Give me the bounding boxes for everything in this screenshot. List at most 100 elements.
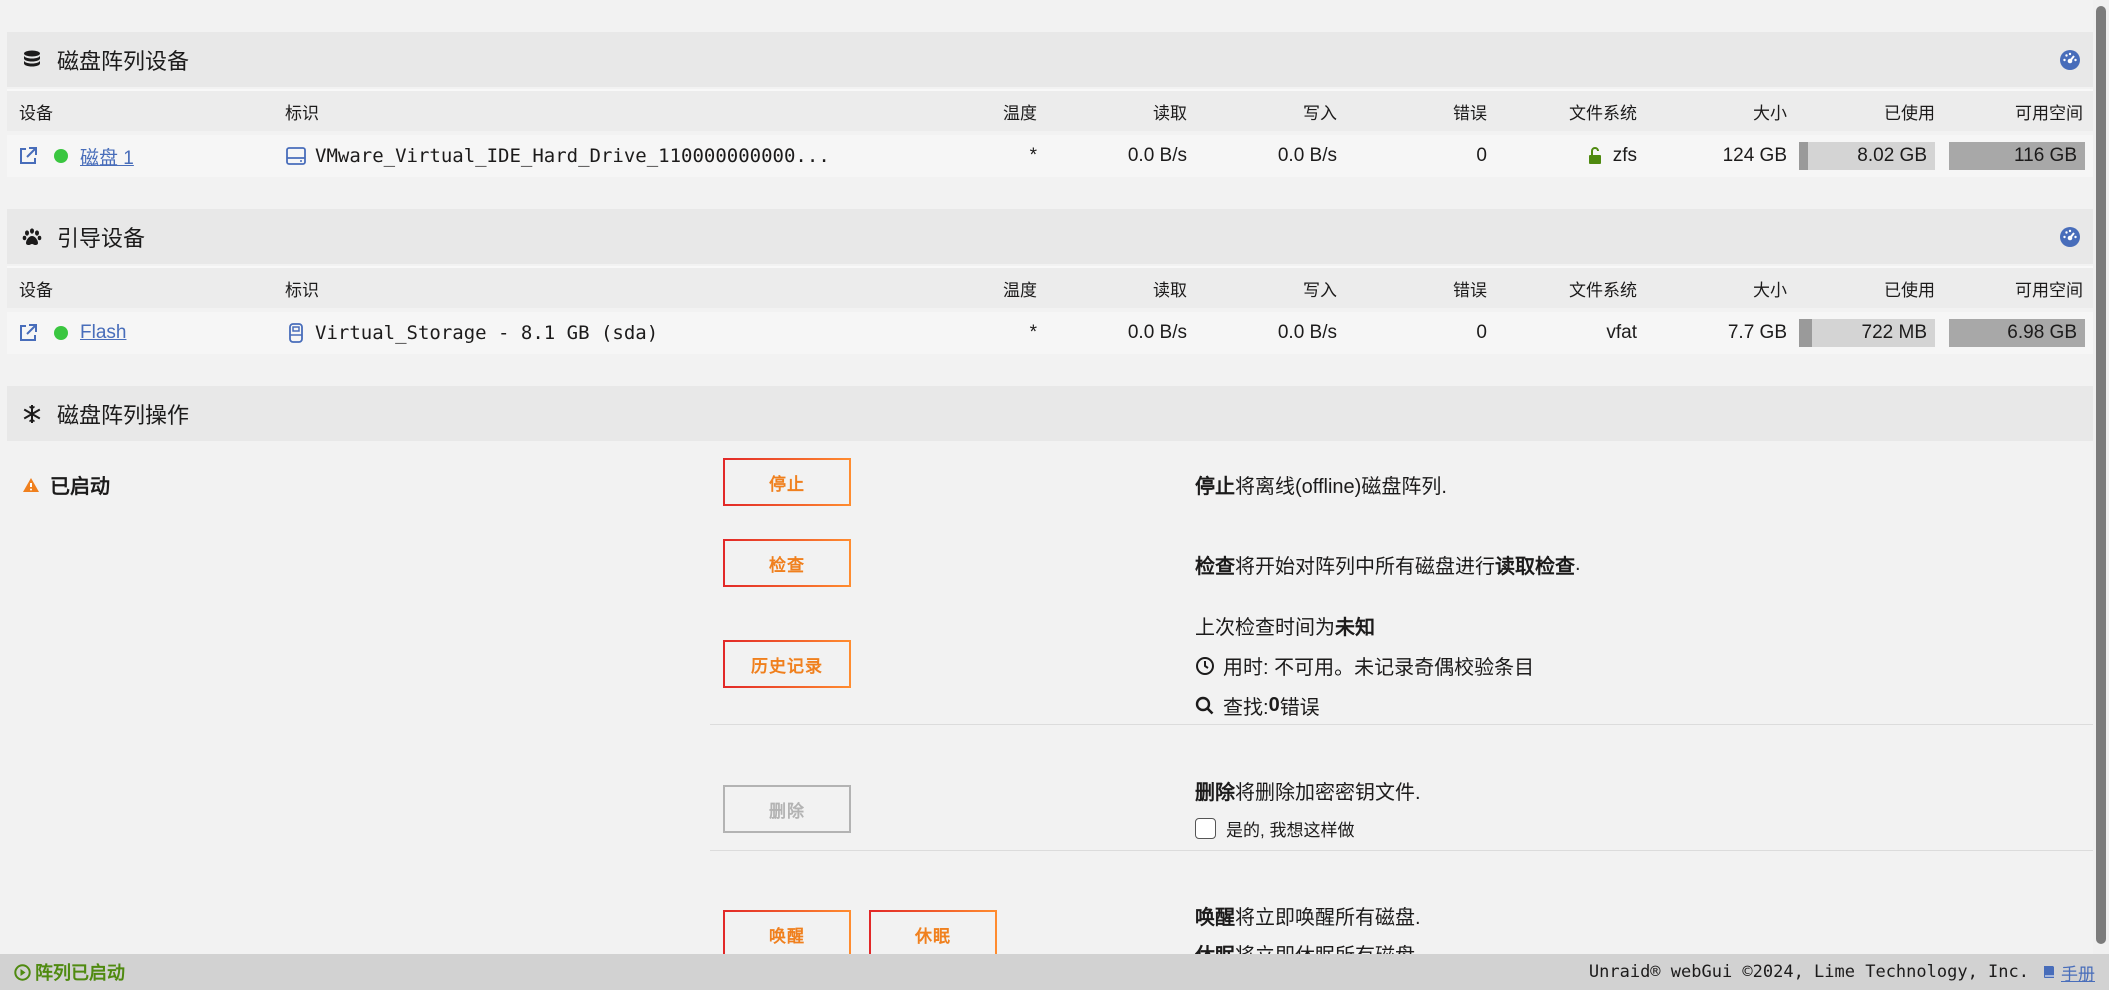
confirm-checkbox[interactable] (1195, 818, 1216, 839)
snowflake-icon (21, 403, 43, 425)
duration-text: 用时: 不可用。未记录奇偶校验条目 (1223, 657, 1535, 679)
disk-link[interactable]: 磁盘 1 (80, 135, 134, 177)
section-title: 磁盘阵列设备 (57, 48, 190, 74)
search-icon (1195, 696, 1215, 716)
disk-read: 0.0 B/s (1127, 145, 1187, 166)
clock-icon (1195, 656, 1215, 676)
used-fill (1799, 142, 1808, 170)
col-size: 大小 (1753, 280, 1787, 300)
col-write: 写入 (1303, 103, 1337, 123)
flash-free-bar: 6.98 GB (1949, 319, 2085, 347)
boot-table-header: 设备 标识 温度 读取 写入 错误 文件系统 大小 已使用 可用空间 (7, 266, 2093, 308)
array-devices-header: 磁盘阵列设备 (7, 32, 2093, 87)
flash-identity: Virtual_Storage - 8.1 GB (sda) (315, 322, 659, 344)
confirm-label: 是的, 我想这样做 (1226, 821, 1355, 840)
disk-identity: VMware_Virtual_IDE_Hard_Drive_1100000000… (315, 145, 830, 167)
main-content: 磁盘阵列设备 设备 标识 温度 读取 写入 错误 文件系统 大小 已使用 可用空… (0, 0, 2093, 954)
wake-desc-bold: 唤醒 (1195, 907, 1235, 929)
scrollbar[interactable] (2093, 0, 2109, 954)
history-button[interactable]: 历史记录 (723, 640, 851, 688)
disk-free-bar: 116 GB (1949, 142, 2085, 170)
flash-fs: vfat (1606, 322, 1637, 343)
delete-desc-text: 将删除加密密钥文件. (1235, 782, 1421, 804)
section-title: 引导设备 (57, 225, 146, 251)
col-errors: 错误 (1453, 280, 1487, 300)
check-desc-text: 将开始对阵列中所有磁盘进行 (1235, 556, 1495, 578)
col-free: 可用空间 (2015, 280, 2083, 300)
flash-free: 6.98 GB (2007, 322, 2077, 343)
flash-size: 7.7 GB (1727, 322, 1787, 343)
check-desc-bold: 检查 (1195, 556, 1235, 578)
check-button[interactable]: 检查 (723, 539, 851, 587)
wake-button[interactable]: 唤醒 (723, 910, 851, 954)
flash-link[interactable]: Flash (80, 312, 126, 354)
section-title: 磁盘阵列操作 (57, 402, 190, 428)
flash-write: 0.0 B/s (1277, 322, 1337, 343)
flash-read: 0.0 B/s (1127, 322, 1187, 343)
boot-device-header: 引导设备 (7, 209, 2093, 264)
status-dot-icon (54, 135, 68, 177)
manual-link[interactable]: 手册 (2041, 960, 2095, 985)
array-status-text: 已启动 (50, 476, 110, 498)
col-device: 设备 (19, 103, 53, 123)
col-used: 已使用 (1884, 280, 1935, 300)
table-row: 磁盘 1 VMware_Virtual_IDE_Hard_Drive_11000… (7, 135, 2093, 177)
col-read: 读取 (1153, 280, 1187, 300)
flash-temp: * (1029, 322, 1037, 343)
delete-description: 删除 将删除加密密钥文件. (1195, 776, 1421, 805)
database-icon (21, 49, 43, 71)
wake-description: 唤醒 将立即唤醒所有磁盘. (1195, 901, 1421, 930)
status-dot-icon (54, 312, 68, 354)
used-fill (1799, 319, 1812, 347)
stop-description: 停止 将离线(offline)磁盘阵列. (1195, 470, 1447, 499)
warning-icon (22, 477, 40, 493)
col-identity: 标识 (285, 280, 319, 300)
disk-fs: zfs (1612, 145, 1637, 166)
disk-used: 8.02 GB (1857, 145, 1927, 166)
last-check-text: 上次检查时间为 (1195, 617, 1335, 639)
sleep-desc-bold: 休眠 (1195, 939, 1235, 954)
paw-icon (21, 226, 43, 248)
stop-desc-bold: 停止 (1195, 476, 1235, 498)
col-fs: 文件系统 (1569, 280, 1637, 300)
col-fs: 文件系统 (1569, 103, 1637, 123)
usb-icon (285, 312, 307, 354)
col-size: 大小 (1753, 103, 1787, 123)
check-description: 检查 将开始对阵列中所有磁盘进行 读取检查. (1195, 550, 1581, 579)
col-temp: 温度 (1003, 103, 1037, 123)
sleep-description: 休眠 将立即休眠所有磁盘. (1195, 939, 1421, 954)
book-icon (2041, 964, 2057, 980)
col-write: 写入 (1303, 280, 1337, 300)
found-text: 查找: (1223, 697, 1269, 719)
dashboard-icon[interactable] (2058, 48, 2082, 72)
footer-status-text: 阵列已启动 (35, 963, 125, 983)
delete-confirm[interactable]: 是的, 我想这样做 (1195, 816, 1354, 841)
last-check: 上次检查时间为 未知 (1195, 611, 1375, 640)
play-circle-icon (14, 963, 31, 981)
found-line: 查找: 0 错误 (1195, 691, 1320, 720)
disk-temp: * (1029, 145, 1037, 166)
divider (710, 724, 2093, 725)
check-desc-end: . (1575, 553, 1581, 575)
duration-line: 用时: 不可用。未记录奇偶校验条目 (1195, 651, 1534, 680)
array-started-status: 阵列已启动 (14, 959, 125, 985)
col-identity: 标识 (285, 103, 319, 123)
dashboard-icon[interactable] (2058, 225, 2082, 249)
disk-free: 116 GB (2013, 145, 2077, 166)
scrollbar-thumb[interactable] (2096, 6, 2106, 944)
stop-button[interactable]: 停止 (723, 458, 851, 506)
array-table-header: 设备 标识 温度 读取 写入 错误 文件系统 大小 已使用 可用空间 (7, 89, 2093, 131)
col-used: 已使用 (1884, 103, 1935, 123)
flash-errors: 0 (1476, 322, 1487, 343)
open-external-icon[interactable] (17, 312, 39, 354)
col-free: 可用空间 (2015, 103, 2083, 123)
disk-size: 124 GB (1722, 145, 1787, 166)
sleep-desc-text: 将立即休眠所有磁盘. (1235, 939, 1421, 954)
delete-button[interactable]: 删除 (723, 785, 851, 833)
col-temp: 温度 (1003, 280, 1037, 300)
sleep-button[interactable]: 休眠 (869, 910, 997, 954)
last-check-value: 未知 (1335, 617, 1375, 639)
open-external-icon[interactable] (17, 135, 39, 177)
hdd-icon (285, 135, 307, 177)
stop-desc-text: 将离线(offline)磁盘阵列. (1235, 476, 1447, 498)
